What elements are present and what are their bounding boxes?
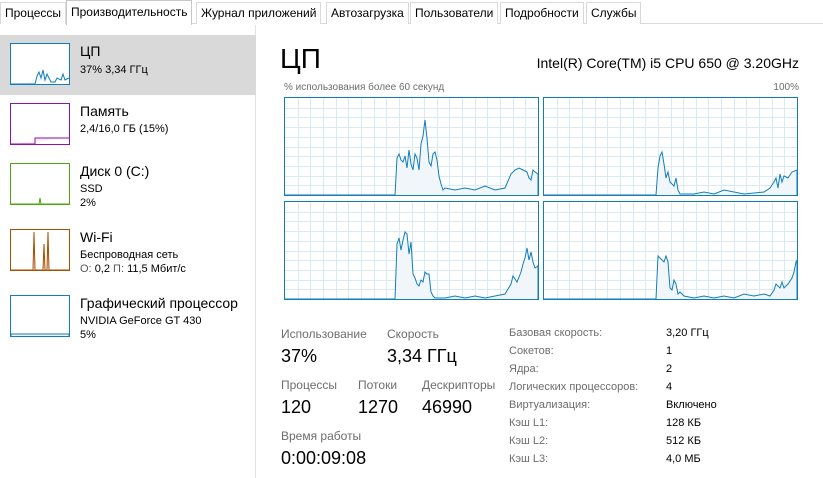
l2-cache-label: Кэш L2:	[509, 435, 549, 447]
sidebar-item-memory[interactable]: Память 2,4/16,0 ГБ (15%)	[0, 97, 256, 157]
memory-thumbnail-svg	[11, 137, 69, 144]
wifi-thumbnail-graph	[10, 229, 70, 271]
sidebar: ЦП 37% 3,34 ГГц Память 2,4/16,0 ГБ (15%)…	[0, 25, 256, 478]
uptime-value: 0:00:09:08	[281, 448, 367, 468]
usage-label: Использование	[281, 327, 367, 341]
sidebar-item-subtitle: SSD	[80, 183, 103, 195]
gpu-thumbnail-graph	[10, 295, 70, 337]
cpu-details-panel: ЦП Intel(R) Core(TM) i5 CPU 650 @ 3.20GH…	[258, 25, 823, 478]
memory-thumbnail-graph	[10, 103, 70, 145]
l1-cache-label: Кэш L1:	[509, 417, 549, 429]
sidebar-item-cpu[interactable]: ЦП 37% 3,34 ГГц	[0, 35, 256, 95]
sidebar-item-title: Диск 0 (C:)	[80, 163, 150, 179]
l3-cache-value: 4,0 МБ	[666, 453, 701, 465]
tab-startup[interactable]: Автозагрузка	[326, 2, 409, 24]
threads-value: 1270	[358, 397, 399, 417]
speed-value: 3,34 ГГц	[387, 346, 457, 366]
receive-value: 11,5 Мбит/с	[127, 263, 186, 275]
sidebar-item-wifi[interactable]: Wi-Fi Беспроводная сеть О: 0,2 П: 11,5 М…	[0, 223, 256, 283]
cores-value: 2	[666, 363, 673, 375]
tab-bar: Процессы Производительность Журнал прило…	[0, 0, 823, 25]
usage-value: 37%	[281, 346, 318, 366]
cpu-graph-svg	[544, 98, 797, 195]
processes-label: Процессы	[281, 378, 338, 392]
sidebar-item-subtitle: NVIDIA GeForce GT 430	[80, 315, 202, 327]
tab-app-history[interactable]: Журнал приложений	[196, 2, 322, 24]
l3-cache-label: Кэш L3:	[509, 453, 549, 465]
l2-cache-value: 512 КБ	[666, 435, 702, 447]
sidebar-item-title: Память	[80, 103, 129, 119]
tab-performance[interactable]: Производительность	[66, 0, 193, 25]
sidebar-item-gpu[interactable]: Графический процессор NVIDIA GeForce GT …	[0, 289, 256, 349]
wifi-thumbnail-svg	[11, 231, 69, 270]
send-label: О:	[80, 263, 92, 275]
base-speed-value: 3,20 ГГц	[666, 327, 709, 339]
logical-processors-label: Логических процессоров:	[509, 381, 639, 393]
uptime-label: Время работы	[281, 429, 362, 443]
sidebar-item-detail: 5%	[80, 329, 96, 341]
receive-label: П:	[113, 263, 125, 275]
gpu-thumbnail-svg	[11, 333, 69, 336]
cpu-thumbnail-svg	[11, 69, 69, 84]
graph-grid	[544, 98, 797, 195]
sidebar-item-detail: О: 0,2 П: 11,5 Мбит/с	[80, 263, 186, 275]
tab-users[interactable]: Пользователи	[410, 2, 499, 24]
cpu-model-name: Intel(R) Core(TM) i5 CPU 650 @ 3.20GHz	[536, 55, 799, 71]
graph-grid	[544, 202, 797, 299]
disk-thumbnail-svg	[11, 197, 69, 204]
utilization-max-label: 100%	[773, 82, 799, 93]
sidebar-item-disk[interactable]: Диск 0 (C:) SSD 2%	[0, 157, 256, 217]
base-speed-label: Базовая скорость:	[509, 327, 603, 339]
sidebar-item-title: Графический процессор	[80, 295, 238, 311]
virtualization-label: Виртуализация:	[509, 399, 591, 411]
sidebar-item-title: Wi-Fi	[80, 229, 113, 245]
sidebar-item-subtitle: 2,4/16,0 ГБ (15%)	[80, 123, 169, 135]
cpu-graph-svg	[544, 202, 797, 299]
tab-processes[interactable]: Процессы	[0, 2, 67, 24]
speed-label: Скорость	[387, 327, 439, 341]
cores-label: Ядра:	[509, 363, 539, 375]
sockets-value: 1	[666, 345, 673, 357]
handles-value: 46990	[422, 397, 473, 417]
logical-processor-graph-1	[284, 97, 539, 196]
send-value: 0,2	[94, 263, 110, 275]
cpu-thumbnail-graph	[10, 43, 70, 85]
logical-processor-graph-4	[543, 201, 798, 300]
sidebar-item-subtitle: Беспроводная сеть	[80, 249, 179, 261]
tab-details[interactable]: Подробности	[500, 2, 584, 24]
sockets-label: Сокетов:	[509, 345, 554, 357]
sidebar-item-title: ЦП	[80, 43, 101, 59]
page-title: ЦП	[280, 43, 321, 74]
virtualization-value: Включено	[666, 399, 717, 411]
logical-processor-graph-3	[284, 201, 539, 300]
utilization-axis-label: % использования более 60 секунд	[284, 82, 445, 93]
disk-thumbnail-graph	[10, 163, 70, 205]
l1-cache-value: 128 КБ	[666, 417, 702, 429]
tab-services[interactable]: Службы	[586, 2, 642, 24]
handles-label: Дескрипторы	[422, 378, 496, 392]
logical-processors-value: 4	[666, 381, 673, 393]
cpu-graph-svg	[285, 98, 538, 195]
sidebar-item-detail: 2%	[80, 197, 96, 209]
processes-value: 120	[281, 397, 312, 417]
sidebar-item-subtitle: 37% 3,34 ГГц	[80, 64, 148, 76]
cpu-graph-svg	[285, 202, 538, 299]
threads-label: Потоки	[358, 378, 398, 392]
logical-processor-graph-2	[543, 97, 798, 196]
